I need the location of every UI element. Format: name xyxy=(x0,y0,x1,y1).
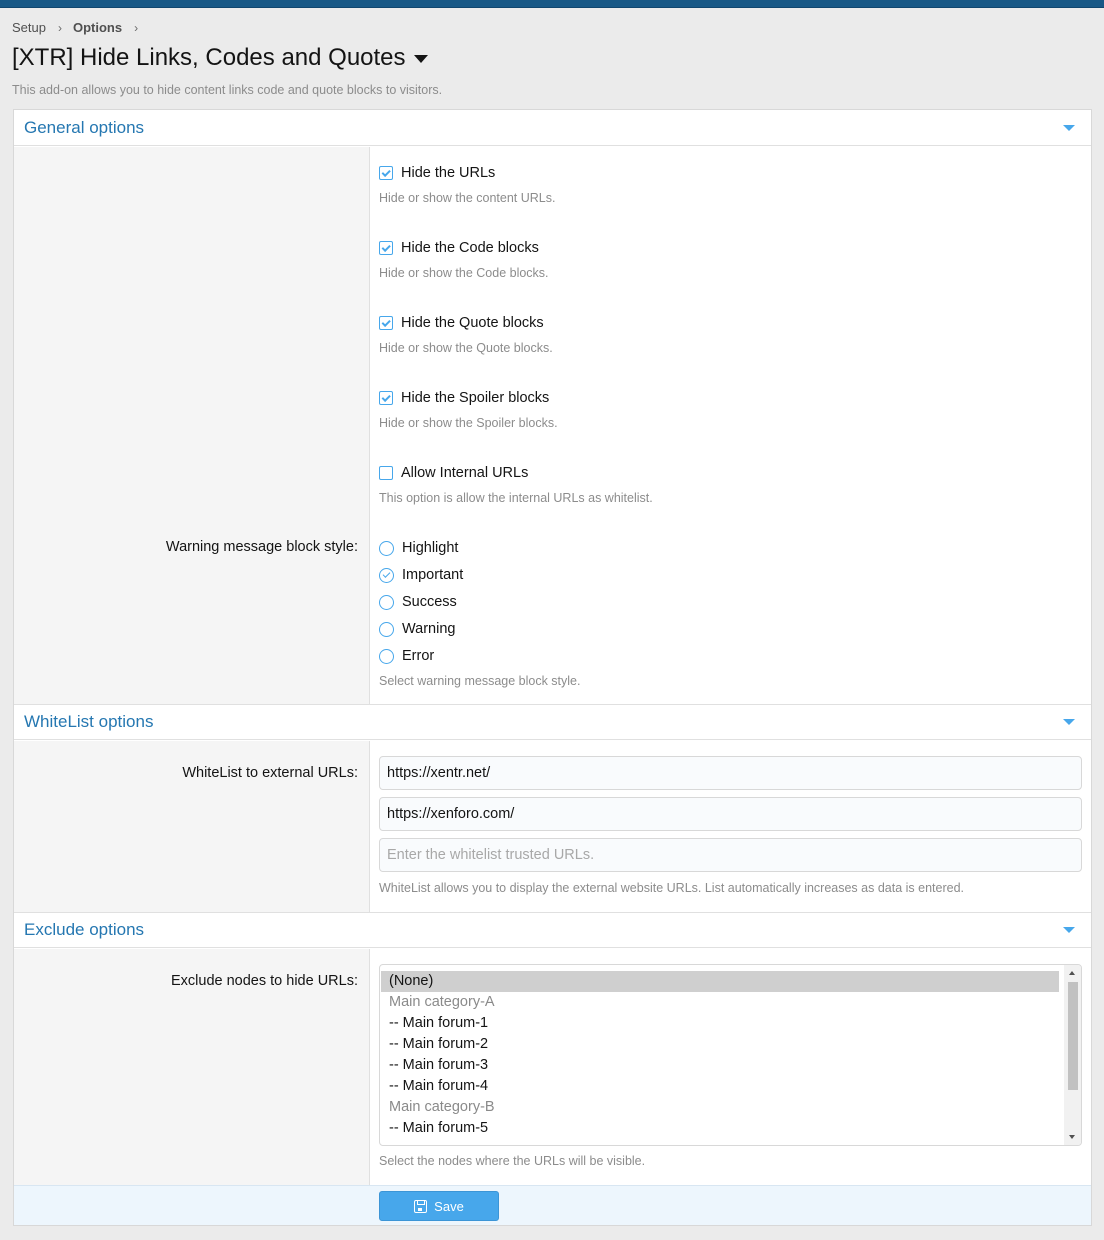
listbox-option[interactable]: -- Main forum-4 xyxy=(381,1076,1059,1097)
radio-highlight[interactable]: Highlight xyxy=(379,540,458,556)
hide-code-option[interactable]: Hide the Code blocks xyxy=(379,240,539,256)
collapse-caret-icon[interactable] xyxy=(1063,719,1075,725)
radio-icon[interactable] xyxy=(379,621,394,637)
radio-label: Important xyxy=(402,567,464,583)
checkbox-icon[interactable] xyxy=(379,316,393,330)
warning-style-label: Warning message block style: xyxy=(165,539,358,555)
collapse-caret-icon[interactable] xyxy=(1063,927,1075,933)
hide-quote-option[interactable]: Hide the Quote blocks xyxy=(379,315,544,331)
scroll-down-icon[interactable] xyxy=(1069,1135,1075,1139)
checkbox-icon[interactable] xyxy=(379,166,393,180)
whitelist-new-url-input[interactable] xyxy=(379,838,1082,872)
whitelist-label: WhiteList to external URLs: xyxy=(182,765,358,781)
general-options-title: General options xyxy=(24,117,145,137)
listbox-option[interactable]: -- Main forum-5 xyxy=(381,1118,1059,1139)
hide-spoiler-hint: Hide or show the Spoiler blocks. xyxy=(379,416,558,430)
page-title[interactable]: [XTR] Hide Links, Codes and Quotes xyxy=(12,44,428,72)
page-description: This add-on allows you to hide content l… xyxy=(12,83,443,97)
radio-icon[interactable] xyxy=(379,567,394,583)
caret-down-icon[interactable] xyxy=(413,55,428,63)
radio-error[interactable]: Error xyxy=(379,648,434,664)
radio-label: Error xyxy=(402,648,435,664)
listbox-option[interactable]: (None) xyxy=(381,971,1059,992)
page-title-text: [XTR] Hide Links, Codes and Quotes xyxy=(12,44,406,71)
allow-internal-urls-option[interactable]: Allow Internal URLs xyxy=(379,465,528,481)
radio-label: Success xyxy=(402,594,457,610)
allow-internal-urls-label: Allow Internal URLs xyxy=(401,465,529,481)
save-label: Save xyxy=(434,1198,464,1214)
breadcrumb: Setup › Options › xyxy=(12,20,149,35)
save-button[interactable]: Save xyxy=(379,1191,499,1221)
collapse-caret-icon[interactable] xyxy=(1063,124,1075,131)
listbox-option[interactable]: -- Main forum-3 xyxy=(381,1055,1059,1076)
radio-warning[interactable]: Warning xyxy=(379,621,455,637)
hide-quote-label: Hide the Quote blocks xyxy=(401,315,544,331)
whitelist-options-header[interactable]: WhiteList options xyxy=(14,704,1091,740)
exclude-nodes-listbox[interactable]: (None) Main category-A -- Main forum-1 -… xyxy=(379,964,1082,1146)
hide-code-hint: Hide or show the Code blocks. xyxy=(379,266,549,280)
radio-icon[interactable] xyxy=(379,594,394,610)
top-bar xyxy=(0,0,1104,8)
listbox-option[interactable]: Main category-A xyxy=(381,992,1059,1013)
hide-urls-option[interactable]: Hide the URLs xyxy=(379,165,495,181)
check-icon xyxy=(381,167,391,177)
listbox-option[interactable]: -- Main forum-2 xyxy=(381,1034,1059,1055)
hide-urls-hint: Hide or show the content URLs. xyxy=(379,191,556,205)
checkbox-icon[interactable] xyxy=(379,391,393,405)
whitelist-hint: WhiteList allows you to display the exte… xyxy=(379,881,965,895)
chevron-right-icon: › xyxy=(57,20,62,35)
exclude-nodes-hint: Select the nodes where the URLs will be … xyxy=(379,1154,646,1168)
listbox-option[interactable]: -- Main forum-1 xyxy=(381,1013,1059,1034)
hide-spoiler-option[interactable]: Hide the Spoiler blocks xyxy=(379,390,549,406)
exclude-options-title: Exclude options xyxy=(24,920,145,939)
general-options-section: Hide the URLs Hide or show the content U… xyxy=(14,147,1091,704)
whitelist-url-input[interactable] xyxy=(379,756,1082,790)
breadcrumb-setup[interactable]: Setup xyxy=(12,20,46,35)
hide-urls-label: Hide the URLs xyxy=(401,165,496,181)
listbox-scrollbar[interactable] xyxy=(1064,965,1081,1145)
listbox-option[interactable]: Main category-B xyxy=(381,1097,1059,1118)
form-footer: Save xyxy=(14,1185,1091,1225)
scroll-up-icon[interactable] xyxy=(1069,971,1075,975)
check-icon xyxy=(381,392,391,402)
exclude-options-section: Exclude nodes to hide URLs: (None) Main … xyxy=(14,949,1091,1185)
checkbox-icon[interactable] xyxy=(379,466,393,480)
radio-success[interactable]: Success xyxy=(379,594,457,610)
warning-style-hint: Select warning message block style. xyxy=(379,674,581,688)
options-form: General options Hide the URLs Hide or sh… xyxy=(13,109,1092,1226)
whitelist-options-title: WhiteList options xyxy=(24,712,154,731)
hide-spoiler-label: Hide the Spoiler blocks xyxy=(401,390,550,406)
radio-icon[interactable] xyxy=(379,540,394,556)
check-icon xyxy=(381,242,391,252)
check-icon xyxy=(381,317,391,327)
save-icon xyxy=(414,1199,428,1213)
hide-code-label: Hide the Code blocks xyxy=(401,240,539,256)
breadcrumb-options[interactable]: Options xyxy=(73,20,122,35)
listbox-options: (None) Main category-A -- Main forum-1 -… xyxy=(380,965,1081,1139)
radio-label: Highlight xyxy=(402,540,459,556)
checkbox-icon[interactable] xyxy=(379,241,393,255)
radio-label: Warning xyxy=(402,621,456,637)
chevron-right-icon: › xyxy=(134,20,139,35)
scrollbar-thumb[interactable] xyxy=(1068,982,1078,1090)
radio-icon[interactable] xyxy=(379,648,394,664)
allow-internal-urls-hint: This option is allow the internal URLs a… xyxy=(379,491,653,505)
check-icon xyxy=(382,570,391,578)
whitelist-options-section: WhiteList to external URLs: WhiteList al… xyxy=(14,741,1091,912)
hide-quote-hint: Hide or show the Quote blocks. xyxy=(379,341,553,355)
exclude-nodes-label: Exclude nodes to hide URLs: xyxy=(171,973,358,989)
general-options-header[interactable]: General options xyxy=(14,110,1091,146)
exclude-options-header[interactable]: Exclude options xyxy=(14,912,1091,948)
whitelist-url-input[interactable] xyxy=(379,797,1082,831)
radio-important[interactable]: Important xyxy=(379,567,463,583)
